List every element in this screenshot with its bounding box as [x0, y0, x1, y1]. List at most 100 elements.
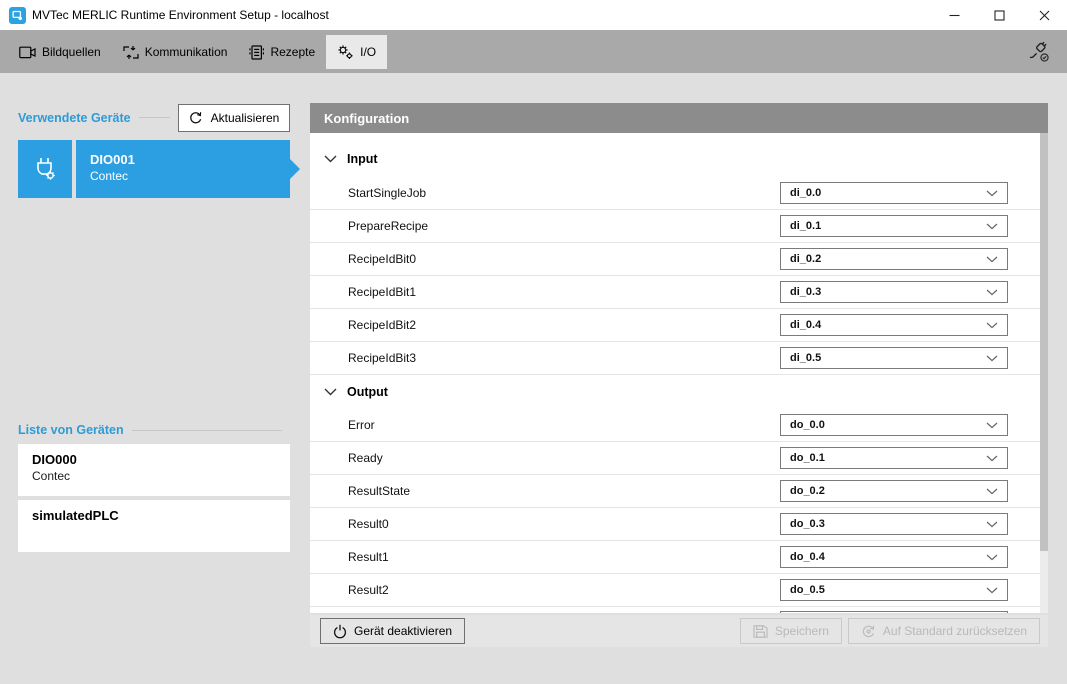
config-row-label: PrepareRecipe	[348, 219, 780, 233]
tab-kommunikation[interactable]: Kommunikation	[112, 35, 239, 69]
used-devices-heading-row: Verwendete Geräte Aktualisieren	[18, 103, 290, 132]
config-row-label: Error	[348, 418, 780, 432]
signal-dropdown[interactable]: do_0.2	[780, 480, 1008, 502]
signal-dropdown[interactable]: di_0.4	[780, 314, 1008, 336]
deactivate-device-button[interactable]: Gerät deaktivieren	[320, 618, 465, 644]
reset-icon	[861, 624, 876, 639]
config-row-label: RecipeIdBit2	[348, 318, 780, 332]
config-row: Result0 do_0.3	[310, 508, 1040, 541]
signal-dropdown[interactable]: di_0.5	[780, 347, 1008, 369]
input-rows: StartSingleJob di_0.0 PrepareRecipe di_0…	[310, 177, 1040, 375]
signal-dropdown[interactable]: do_0.4	[780, 546, 1008, 568]
signal-dropdown-value: di_0.3	[790, 286, 986, 298]
save-button[interactable]: Speichern	[740, 618, 842, 644]
tab-label: Kommunikation	[145, 45, 228, 59]
config-row-label: Result2	[348, 583, 780, 597]
signal-dropdown[interactable]	[780, 611, 1008, 613]
signal-dropdown-value: di_0.5	[790, 352, 986, 364]
selected-pointer	[290, 159, 300, 179]
active-device-name: DIO001	[90, 152, 290, 167]
signal-dropdown[interactable]: di_0.2	[780, 248, 1008, 270]
configuration-panel: Konfiguration Input StartSingleJob di_0.…	[310, 103, 1048, 613]
signal-dropdown[interactable]: di_0.1	[780, 215, 1008, 237]
signal-dropdown-value: di_0.4	[790, 319, 986, 331]
device-name: DIO000	[32, 452, 290, 467]
signal-dropdown-value: di_0.1	[790, 220, 986, 232]
chevron-down-icon	[986, 554, 998, 561]
chevron-down-icon	[986, 322, 998, 329]
used-devices-heading: Verwendete Geräte	[18, 111, 131, 125]
signal-dropdown-value: do_0.0	[790, 419, 986, 431]
config-row: PrepareRecipe di_0.1	[310, 210, 1040, 243]
refresh-icon	[189, 111, 203, 125]
device-list-item[interactable]: DIO000 Contec	[18, 444, 290, 496]
chevron-down-icon	[986, 223, 998, 230]
config-row: ResultState do_0.2	[310, 475, 1040, 508]
device-list-item[interactable]: simulatedPLC	[18, 500, 290, 552]
signal-dropdown-value: do_0.1	[790, 452, 986, 464]
chevron-down-icon	[986, 587, 998, 594]
main-toolbar: Bildquellen Kommunikation Rezepte	[0, 30, 1067, 73]
config-row: Result2 do_0.5	[310, 574, 1040, 607]
chevron-down-icon	[986, 256, 998, 263]
title-bar: MVTec MERLIC Runtime Environment Setup -…	[0, 0, 1067, 30]
signal-dropdown-value: do_0.5	[790, 584, 986, 596]
signal-dropdown[interactable]: do_0.3	[780, 513, 1008, 535]
chevron-down-icon	[986, 355, 998, 362]
clipped-row	[310, 607, 1040, 613]
tab-bildquellen[interactable]: Bildquellen	[8, 35, 112, 69]
active-device-body: DIO001 Contec	[76, 140, 290, 198]
chevron-down-icon	[324, 388, 337, 396]
tab-rezepte[interactable]: Rezepte	[238, 35, 326, 69]
config-row-label: Ready	[348, 451, 780, 465]
signal-dropdown[interactable]: di_0.3	[780, 281, 1008, 303]
config-row-label: Result1	[348, 550, 780, 564]
config-row-label: Result0	[348, 517, 780, 531]
signal-dropdown-value: do_0.2	[790, 485, 986, 497]
minimize-button[interactable]	[932, 0, 977, 30]
config-row-label: StartSingleJob	[348, 186, 780, 200]
chevron-down-icon	[986, 190, 998, 197]
signal-dropdown[interactable]: do_0.5	[780, 579, 1008, 601]
divider	[139, 117, 170, 118]
config-scrollbar[interactable]	[1040, 133, 1048, 613]
config-row: Ready do_0.1	[310, 442, 1040, 475]
refresh-button[interactable]: Aktualisieren	[178, 104, 290, 132]
deactivate-device-label: Gerät deaktivieren	[354, 624, 452, 638]
config-row-label: ResultState	[348, 484, 780, 498]
section-input[interactable]: Input	[310, 141, 1040, 177]
maximize-button[interactable]	[977, 0, 1022, 30]
configuration-title: Konfiguration	[324, 111, 409, 126]
config-row: Result1 do_0.4	[310, 541, 1040, 574]
config-row: Error do_0.0	[310, 409, 1040, 442]
signal-dropdown-value: do_0.4	[790, 551, 986, 563]
configuration-body: Input StartSingleJob di_0.0 PrepareRecip…	[310, 133, 1040, 613]
signal-dropdown[interactable]: di_0.0	[780, 182, 1008, 204]
device-name: simulatedPLC	[32, 508, 290, 523]
tab-label: Rezepte	[270, 45, 315, 59]
section-output[interactable]: Output	[310, 375, 1040, 409]
config-row-label: RecipeIdBit3	[348, 351, 780, 365]
connection-status-icon[interactable]	[1027, 40, 1051, 64]
save-icon	[753, 624, 768, 639]
signal-dropdown[interactable]: do_0.0	[780, 414, 1008, 436]
tab-label: Bildquellen	[42, 45, 101, 59]
close-button[interactable]	[1022, 0, 1067, 30]
signal-dropdown-value: di_0.0	[790, 187, 986, 199]
signal-dropdown-value: do_0.3	[790, 518, 986, 530]
signal-dropdown[interactable]: do_0.1	[780, 447, 1008, 469]
chevron-down-icon	[986, 289, 998, 296]
gears-icon	[337, 44, 354, 60]
chevron-down-icon	[986, 422, 998, 429]
configuration-header: Konfiguration	[310, 103, 1048, 133]
config-row-label: RecipeIdBit0	[348, 252, 780, 266]
device-list-heading: Liste von Geräten	[18, 423, 124, 437]
config-scrollbar-thumb[interactable]	[1040, 133, 1048, 551]
active-device-card[interactable]: DIO001 Contec	[18, 140, 290, 198]
reset-to-default-button[interactable]: Auf Standard zurücksetzen	[848, 618, 1040, 644]
transfer-icon	[123, 45, 139, 60]
tab-io[interactable]: I/O	[326, 35, 387, 69]
config-row: RecipeIdBit1 di_0.3	[310, 276, 1040, 309]
save-button-label: Speichern	[775, 624, 829, 638]
device-plug-icon	[18, 140, 72, 198]
